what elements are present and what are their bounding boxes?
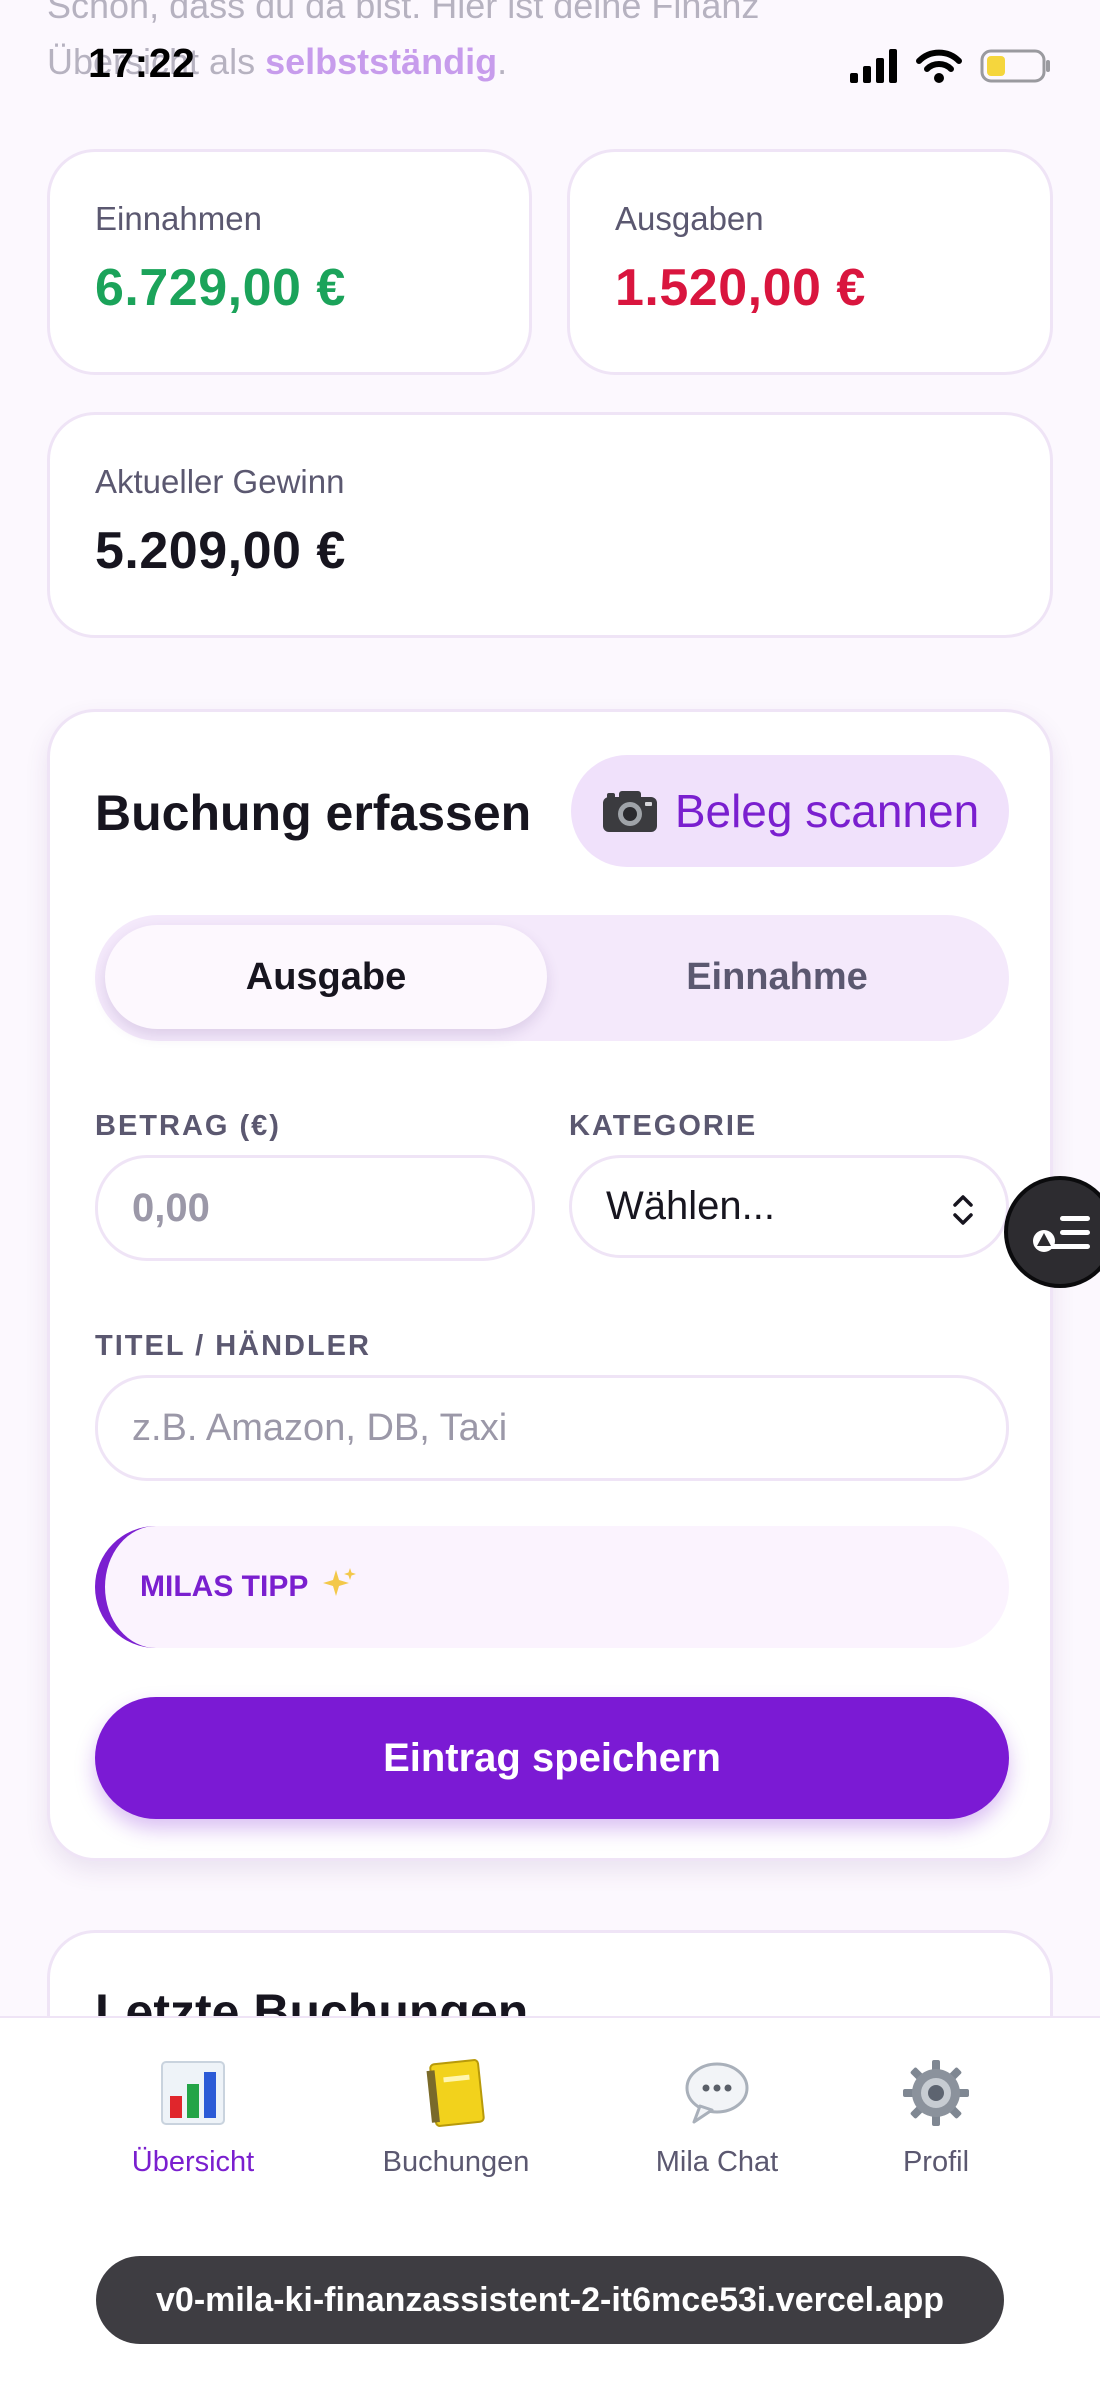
nav-profile[interactable]: Profil [816, 2058, 1056, 2179]
floating-menu-button[interactable] [1004, 1176, 1100, 1288]
list-menu-icon [1033, 1216, 1090, 1252]
browser-url-bar[interactable]: v0-mila-ki-finanzassistent-2-it6mce53i.v… [96, 2256, 1004, 2344]
booking-form-card: Buchung erfassen Beleg scannen Ausgabe E… [47, 709, 1053, 1861]
chevron-up-down-icon [953, 1195, 973, 1225]
speech-bubble-icon [685, 2062, 749, 2124]
scan-receipt-button[interactable]: Beleg scannen [571, 755, 1009, 867]
gear-icon [903, 2060, 969, 2126]
form-title: Buchung erfassen [95, 785, 532, 841]
browser-url: v0-mila-ki-finanzassistent-2-it6mce53i.v… [156, 2280, 944, 2319]
expense-label: Ausgaben [615, 200, 764, 237]
category-select[interactable]: Wählen... [569, 1155, 1009, 1258]
notebook-icon [426, 2059, 485, 2127]
sparkles-icon [323, 1568, 357, 1596]
nav-mila-chat[interactable]: Mila Chat [597, 2058, 837, 2179]
scan-receipt-label: Beleg scannen [674, 785, 980, 837]
income-card: Einnahmen 6.729,00 € [47, 149, 532, 375]
segment-einnahme[interactable]: Einnahme [555, 925, 999, 1029]
intro-role: selbstständig [265, 41, 498, 82]
status-time: 17:22 [88, 40, 196, 86]
category-label: KATEGORIE [569, 1110, 758, 1142]
expense-card: Ausgaben 1.520,00 € [567, 149, 1053, 375]
amount-label: BETRAG (€) [95, 1110, 281, 1142]
title-input[interactable] [95, 1375, 1009, 1481]
category-value: Wählen... [606, 1184, 775, 1228]
battery-icon [980, 49, 1050, 83]
bar-chart-icon [161, 2061, 225, 2125]
expense-value: 1.520,00 € [615, 259, 866, 317]
milas-tip-label: MILAS TIPP [140, 1566, 358, 1604]
milas-tip-box: MILAS TIPP [95, 1526, 1009, 1648]
segment-ausgabe[interactable]: Ausgabe [105, 925, 547, 1029]
profit-card: Aktueller Gewinn 5.209,00 € [47, 412, 1053, 638]
save-entry-button[interactable]: Eintrag speichern [95, 1697, 1009, 1819]
profit-value: 5.209,00 € [95, 522, 346, 580]
camera-icon [602, 791, 657, 832]
nav-overview[interactable]: Übersicht [73, 2058, 313, 2179]
income-label: Einnahmen [95, 200, 262, 237]
intro-line-1: Schön, dass du da bist. Hier ist deine F… [47, 0, 760, 26]
type-segmented-control: Ausgabe Einnahme [95, 915, 1009, 1041]
title-label: TITEL / HÄNDLER [95, 1330, 371, 1362]
status-icons [850, 48, 1052, 84]
income-value: 6.729,00 € [95, 259, 346, 317]
wifi-icon [916, 49, 962, 83]
bottom-nav: Übersicht Buchungen Mila Chat Profil v0-… [0, 2016, 1100, 2381]
amount-input[interactable] [95, 1155, 535, 1261]
nav-bookings[interactable]: Buchungen [336, 2058, 576, 2179]
cellular-signal-icon [850, 49, 897, 83]
profit-label: Aktueller Gewinn [95, 463, 345, 500]
